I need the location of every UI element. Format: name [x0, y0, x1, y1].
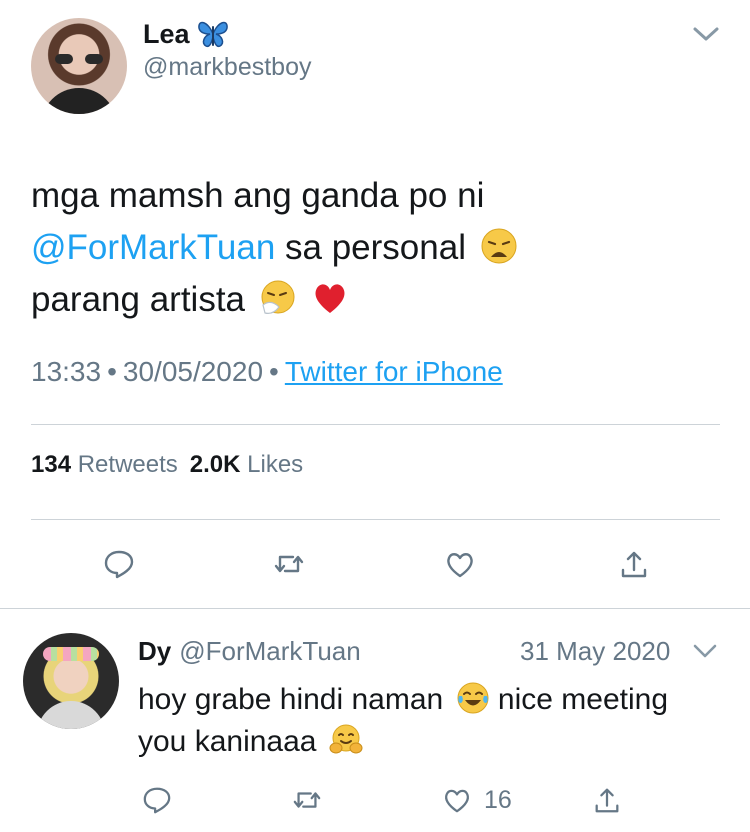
reply-author[interactable]: Dy @ForMarkTuan	[138, 635, 361, 667]
main-tweet: Lea @markbestboy mga mamsh ang ganda po …	[0, 0, 750, 608]
reply-text-part1: hoy grabe hindi naman	[138, 683, 444, 716]
retweet-label: Retweets	[77, 451, 178, 478]
like-stat[interactable]: 2.0K Likes	[190, 451, 303, 478]
share-icon[interactable]	[618, 548, 650, 580]
divider	[31, 519, 720, 520]
separator-dot: •	[107, 356, 117, 387]
tweet-text-line3: parang artista	[31, 280, 246, 319]
separator-dot: •	[269, 356, 279, 387]
reply-icon[interactable]	[103, 548, 135, 580]
reply-icon[interactable]	[142, 785, 172, 815]
tweet-text-line1: mga mamsh ang ganda po ni	[31, 176, 485, 215]
tweet-date: 30/05/2020	[122, 356, 264, 387]
like-label: Likes	[247, 451, 304, 478]
sneezing-face-emoji-icon	[261, 280, 295, 314]
butterfly-emoji-icon	[197, 21, 228, 48]
tears-of-joy-emoji-icon	[457, 682, 489, 714]
tweet-meta: 13:33 • 30/05/2020 • Twitter for iPhone	[31, 354, 503, 390]
retweet-icon[interactable]	[292, 785, 322, 815]
divider	[31, 424, 720, 425]
display-name-text: Lea	[143, 19, 190, 49]
weary-face-emoji-icon	[481, 228, 517, 264]
hugging-face-emoji-icon	[329, 724, 363, 754]
avatar[interactable]	[31, 18, 127, 114]
avatar[interactable]	[23, 633, 119, 729]
user-handle: @ForMarkTuan	[179, 636, 361, 666]
reply-text: hoy grabe hindi naman nice meeting you k…	[138, 679, 728, 763]
mention-link[interactable]: @ForMarkTuan	[31, 228, 275, 267]
tweet-stats: 134 Retweets 2.0K Likes	[31, 449, 303, 481]
retweet-stat[interactable]: 134 Retweets	[31, 451, 178, 478]
avatar-shirt	[41, 88, 117, 114]
red-heart-emoji-icon	[315, 284, 344, 313]
like-icon[interactable]	[444, 548, 476, 580]
tweet-time: 13:33	[31, 356, 102, 387]
flower-crown	[43, 647, 99, 661]
reply-tweet[interactable]: Dy @ForMarkTuan 31 May 2020 hoy grabe hin…	[0, 609, 750, 832]
share-icon[interactable]	[592, 785, 622, 815]
like-icon[interactable]	[442, 785, 472, 815]
chevron-down-icon[interactable]	[692, 24, 720, 44]
like-count: 2.0K	[189, 451, 241, 478]
reply-text-part3: you kaninaaa	[138, 725, 317, 758]
display-name[interactable]: Lea	[143, 18, 230, 50]
retweet-count: 134	[31, 451, 72, 478]
sunglasses	[55, 54, 103, 64]
avatar-body	[37, 701, 105, 729]
chevron-down-icon[interactable]	[692, 642, 718, 660]
source-link[interactable]: Twitter for iPhone	[285, 356, 503, 387]
tweet-text: mga mamsh ang ganda po ni @ForMarkTuan s…	[31, 170, 721, 326]
display-name: Dy	[138, 636, 172, 666]
like-count: 16	[484, 786, 512, 814]
retweet-icon[interactable]	[273, 548, 305, 580]
user-handle[interactable]: @markbestboy	[143, 52, 312, 82]
reply-text-part2: nice meeting	[497, 683, 669, 716]
tweet-text-line2: sa personal	[285, 228, 466, 267]
reply-date: 31 May 2020	[520, 636, 671, 666]
